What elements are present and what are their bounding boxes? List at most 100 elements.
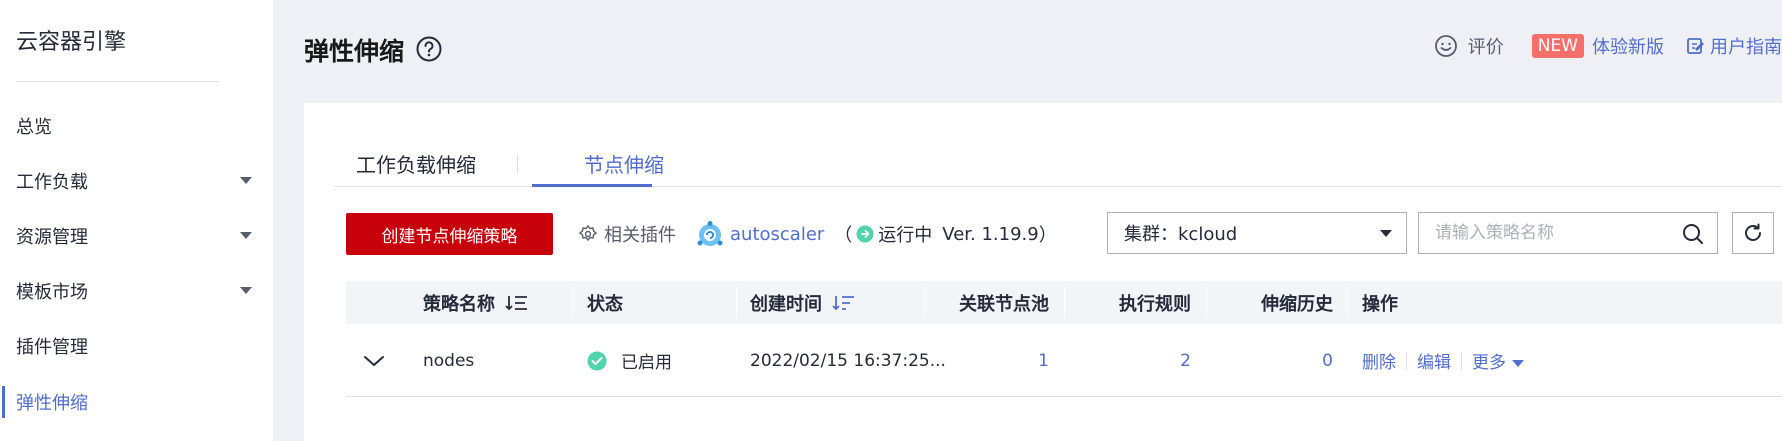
caret-down-icon	[1512, 359, 1524, 367]
col-divider	[1347, 287, 1348, 318]
sidebar-item-label: 总览	[16, 117, 52, 138]
main-card: 工作负载伸缩 节点伸缩 创建节点伸缩策略 相关插件 autoscaler （ 运…	[304, 103, 1782, 441]
col-header-pools: 关联节点池	[926, 281, 1049, 324]
policy-table: 策略名称 状态 创建时间 关联节点池 执行规则 伸缩历史 操作 nodes 已启…	[346, 281, 1782, 397]
col-header-label: 关联节点池	[959, 293, 1049, 315]
sidebar-item-resources[interactable]: 资源管理	[0, 216, 273, 256]
running-status-label: 运行中	[878, 225, 933, 246]
tab-bar: 工作负载伸缩 节点伸缩	[334, 141, 1782, 187]
table-header: 策略名称 状态 创建时间 关联节点池 执行规则 伸缩历史 操作	[346, 281, 1782, 324]
col-divider	[572, 287, 573, 318]
user-guide-link[interactable]: 用户指南	[1686, 33, 1782, 59]
autoscaler-status: autoscaler （ 运行中 Ver. 1.19.9 ）	[696, 213, 1057, 255]
rate-link[interactable]: 评价	[1434, 33, 1504, 59]
op-divider	[1406, 351, 1407, 370]
create-node-scaling-policy-button[interactable]: 创建节点伸缩策略	[346, 213, 553, 255]
op-divider	[1461, 351, 1462, 370]
paren-close: ）	[1038, 225, 1057, 246]
col-header-label: 操作	[1362, 293, 1398, 315]
check-circle-icon	[587, 351, 607, 370]
edit-link[interactable]: 编辑	[1417, 348, 1451, 373]
app-brand: 云容器引擎	[16, 30, 127, 55]
tab-label: 节点伸缩	[584, 153, 664, 177]
more-label: 更多	[1472, 353, 1506, 373]
sidebar-item-workloads[interactable]: 工作负载	[0, 161, 273, 201]
rate-label: 评价	[1467, 37, 1504, 58]
new-badge: NEW	[1531, 34, 1584, 58]
col-header-label: 伸缩历史	[1261, 293, 1333, 315]
col-header-rules: 执行规则	[1066, 281, 1191, 324]
smile-icon	[1434, 35, 1457, 57]
help-icon[interactable]	[415, 35, 443, 63]
user-guide-label: 用户指南	[1710, 37, 1782, 58]
sidebar-item-label: 资源管理	[16, 227, 88, 248]
plugin-gear-icon	[578, 224, 598, 242]
sidebar: 云容器引擎 总览 工作负载 资源管理 模板市场 插件管理 弹性伸缩	[0, 0, 273, 441]
history-count-link[interactable]: 0	[1208, 324, 1333, 397]
version-label: Ver. 1.19.9	[942, 223, 1039, 245]
active-tab-underline	[532, 184, 652, 187]
sidebar-item-label: 工作负载	[16, 172, 88, 193]
paren-open: （	[834, 225, 853, 246]
expand-row-toggle[interactable]	[362, 324, 386, 397]
status-label: 已启用	[621, 353, 672, 373]
tab-workload-scaling[interactable]: 工作负载伸缩	[356, 141, 476, 187]
sidebar-item-overview[interactable]: 总览	[0, 106, 273, 146]
refresh-button[interactable]	[1732, 212, 1774, 254]
chevron-down-icon	[240, 177, 252, 184]
cluster-select[interactable]: 集群：kcloud	[1107, 212, 1407, 254]
chevron-down-icon	[1380, 230, 1392, 237]
tab-node-scaling[interactable]: 节点伸缩	[562, 141, 686, 187]
node-pool-count-link[interactable]: 1	[926, 324, 1049, 397]
col-header-label: 状态	[587, 293, 623, 315]
refresh-icon	[1745, 223, 1761, 241]
more-dropdown[interactable]: 更多	[1472, 348, 1524, 373]
divider	[16, 81, 220, 82]
col-divider	[736, 287, 737, 318]
col-divider	[924, 287, 925, 318]
col-header-status: 状态	[587, 281, 623, 324]
col-header-created[interactable]: 创建时间	[750, 281, 856, 324]
sidebar-item-label: 插件管理	[16, 337, 88, 358]
page-title: 弹性伸缩	[304, 37, 405, 66]
autoscaler-icon	[697, 221, 723, 246]
col-header-label: 创建时间	[750, 293, 822, 315]
try-new-label: 体验新版	[1592, 37, 1664, 58]
active-indicator	[2, 386, 5, 418]
rule-count-link[interactable]: 2	[1066, 324, 1191, 397]
table-row: nodes 已启用 2022/02/15 16:37:25... 1 2 0 删…	[346, 324, 1782, 397]
sort-icon	[505, 295, 527, 310]
col-header-name[interactable]: 策略名称	[423, 281, 529, 324]
sort-desc-icon	[832, 295, 854, 310]
row-operations: 删除 编辑 更多	[1362, 324, 1524, 397]
policy-status: 已启用	[587, 324, 672, 397]
autoscaler-link[interactable]: autoscaler	[730, 224, 824, 245]
tab-divider	[517, 154, 518, 174]
col-header-ops: 操作	[1362, 281, 1398, 324]
header-links: 评价 NEW 体验新版 用户指南	[1434, 30, 1782, 62]
chevron-down-icon	[240, 232, 252, 239]
sidebar-item-templates[interactable]: 模板市场	[0, 271, 273, 311]
running-status-icon	[856, 225, 874, 243]
chevron-down-icon	[364, 355, 384, 366]
col-header-history: 伸缩历史	[1208, 281, 1333, 324]
col-header-label: 执行规则	[1119, 293, 1191, 315]
delete-link[interactable]: 删除	[1362, 348, 1396, 373]
search-icon[interactable]	[1681, 222, 1705, 246]
policy-name: nodes	[423, 350, 475, 371]
col-divider	[1206, 287, 1207, 318]
sidebar-item-autoscaling[interactable]: 弹性伸缩	[0, 382, 273, 422]
created-time: 2022/02/15 16:37:25...	[750, 350, 946, 371]
cluster-select-value: 集群：kcloud	[1124, 224, 1238, 245]
sidebar-item-label: 模板市场	[16, 282, 88, 303]
policy-search-box	[1418, 212, 1718, 254]
tab-label: 工作负载伸缩	[356, 153, 476, 177]
edit-doc-icon	[1687, 38, 1704, 54]
try-new-version-link[interactable]: NEW 体验新版	[1531, 33, 1664, 59]
related-plugins-label: 相关插件	[604, 225, 676, 246]
sidebar-item-plugins[interactable]: 插件管理	[0, 326, 273, 366]
policy-search-input[interactable]	[1435, 223, 1675, 243]
col-header-label: 策略名称	[423, 293, 495, 315]
related-plugins-link[interactable]: 相关插件	[578, 213, 676, 255]
sidebar-item-label: 弹性伸缩	[16, 393, 88, 414]
